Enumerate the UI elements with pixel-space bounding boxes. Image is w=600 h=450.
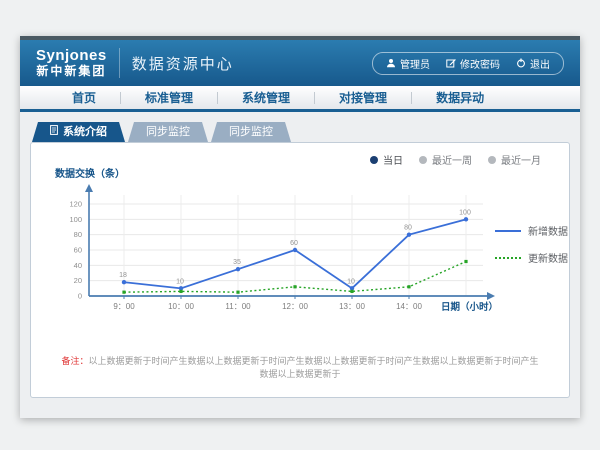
logo-brand-text: Synjones [36, 48, 107, 65]
user-toolbar: 管理员 修改密码 退出 [372, 52, 564, 75]
y-axis-title: 数据交换（条） [55, 167, 125, 180]
data-point [122, 291, 125, 294]
x-axis-title: 日期（小时） [441, 301, 498, 313]
tab-sync-monitor-1[interactable]: 同步监控 [128, 122, 208, 142]
main-navigation: 首页 标准管理 系统管理 对接管理 数据异动 [20, 86, 580, 112]
data-point-label: 80 [404, 225, 412, 232]
change-password-label: 修改密码 [460, 56, 500, 71]
legend-label: 新增数据 [528, 223, 568, 238]
legend-label: 更新数据 [528, 250, 568, 265]
legend-item-updated-data[interactable]: 更新数据 [495, 250, 568, 265]
data-point [293, 248, 297, 252]
data-point [293, 285, 296, 288]
change-password-button[interactable]: 修改密码 [446, 56, 500, 71]
data-point [350, 290, 353, 293]
nav-item-system-mgmt[interactable]: 系统管理 [218, 89, 314, 106]
line-chart: 0 20 40 60 80 100 120 9：00 10：00 11：00 12：00 13：00 1… [43, 163, 583, 325]
chart-legend: 新增数据 更新数据 [495, 223, 568, 265]
power-icon [516, 58, 526, 68]
y-tick-label: 80 [74, 230, 82, 239]
page-content: 系统介绍 同步监控 同步监控 当日 最近一周 [20, 112, 580, 415]
tab-label: 同步监控 [229, 122, 273, 142]
data-point-label: 10 [347, 278, 355, 285]
user-button[interactable]: 管理员 [386, 56, 430, 71]
footnote-text: 以上数据更新于时间产生数据以上数据更新于时间产生数据以上数据更新于时间产生数据以… [89, 356, 539, 379]
data-point [122, 280, 126, 284]
x-tick-label: 9：00 [113, 302, 135, 311]
company-logo: Synjones 新中新集团 [36, 48, 120, 78]
logout-button[interactable]: 退出 [516, 56, 550, 71]
user-icon [386, 58, 396, 68]
x-tick-label: 14：00 [396, 302, 422, 311]
legend-item-new-data[interactable]: 新增数据 [495, 223, 568, 238]
tab-bar: 系统介绍 同步监控 同步监控 [32, 122, 291, 142]
y-tick-label: 20 [74, 276, 82, 285]
nav-item-home[interactable]: 首页 [48, 89, 120, 106]
y-tick-label: 40 [74, 261, 82, 270]
y-tick-label: 0 [78, 292, 82, 301]
app-title: 数据资源中心 [132, 53, 234, 74]
user-label: 管理员 [400, 56, 430, 71]
tab-label: 同步监控 [146, 122, 190, 142]
legend-line-solid-icon [495, 230, 521, 232]
data-point [407, 285, 410, 288]
data-point-label: 60 [290, 240, 298, 247]
data-point [236, 267, 240, 271]
data-point [464, 260, 467, 263]
logout-label: 退出 [530, 56, 550, 71]
x-tick-label: 12：00 [282, 302, 308, 311]
y-tick-label: 120 [69, 200, 82, 209]
tab-label: 系统介绍 [63, 122, 107, 142]
data-point [236, 291, 239, 294]
data-point-label: 18 [119, 272, 127, 279]
y-axis-arrow [85, 184, 93, 192]
footnote: 备注：以上数据更新于时间产生数据以上数据更新于时间产生数据以上数据更新于时间产生… [31, 354, 569, 380]
x-tick-label: 10：00 [168, 302, 194, 311]
data-point [407, 232, 411, 236]
legend-line-dotted-icon [495, 257, 521, 259]
tab-system-intro[interactable]: 系统介绍 [32, 122, 125, 142]
data-point-label: 10 [176, 278, 184, 285]
document-icon [50, 122, 58, 142]
tab-sync-monitor-2[interactable]: 同步监控 [211, 122, 291, 142]
data-point-label: 35 [233, 259, 241, 266]
data-point [464, 217, 468, 221]
nav-item-interface-mgmt[interactable]: 对接管理 [315, 89, 411, 106]
x-tick-label: 13：00 [339, 302, 365, 311]
app-window: Synjones 新中新集团 数据资源中心 管理员 修改密码 退出 [20, 36, 580, 418]
x-axis-arrow [487, 292, 495, 300]
logo-company-name: 新中新集团 [36, 65, 107, 78]
y-tick-label: 100 [69, 215, 82, 224]
data-point-label: 100 [459, 209, 471, 216]
x-tick-label: 11：00 [225, 302, 251, 311]
chart-panel: 当日 最近一周 最近一月 0204060801001209：0010：0011：… [30, 142, 570, 398]
edit-icon [446, 58, 456, 68]
y-tick-label: 60 [74, 246, 82, 255]
nav-item-data-change[interactable]: 数据异动 [412, 89, 508, 106]
footnote-prefix: 备注： [61, 356, 88, 366]
top-header-bar: Synjones 新中新集团 数据资源中心 管理员 修改密码 退出 [20, 40, 580, 86]
nav-item-standard-mgmt[interactable]: 标准管理 [121, 89, 217, 106]
data-point [179, 290, 182, 293]
